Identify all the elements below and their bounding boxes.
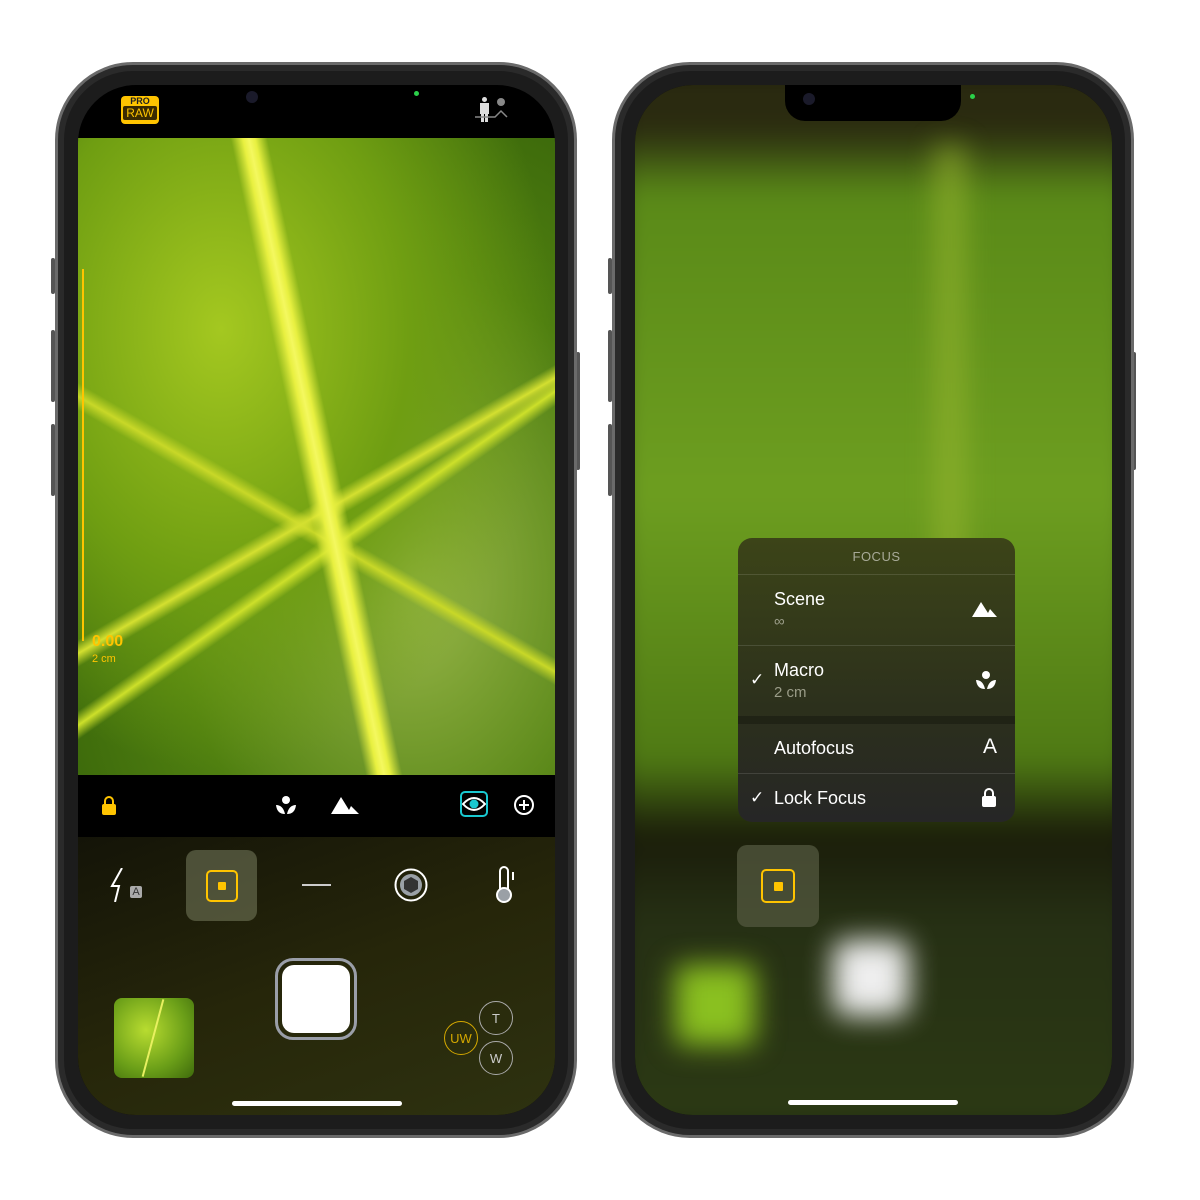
menu-item-macro[interactable]: ✓ Macro 2 cm	[738, 645, 1015, 716]
proraw-button[interactable]: PRO RAW	[121, 96, 159, 124]
viewfinder[interactable]	[78, 138, 555, 775]
menu-item-sub: ∞	[774, 613, 785, 630]
privacy-indicator	[414, 91, 419, 96]
checkmark-icon: ✓	[750, 670, 765, 689]
menu-item-label: Lock Focus	[774, 788, 867, 808]
focus-mode-button[interactable]	[186, 850, 257, 921]
scene-icon	[972, 601, 997, 622]
menu-item-label: Macro	[774, 660, 825, 680]
flash-auto-icon[interactable]: A	[108, 865, 144, 905]
macro-icon	[975, 670, 997, 695]
macro-icon[interactable]	[274, 793, 298, 817]
flash-auto-badge: A	[130, 886, 142, 898]
privacy-indicator	[970, 94, 975, 99]
last-photo-thumbnail[interactable]	[114, 998, 194, 1078]
menu-item-label: Autofocus	[774, 738, 855, 758]
focus-mode-icon	[761, 869, 795, 903]
raw-label: RAW	[123, 106, 157, 120]
focus-peaking-icon[interactable]	[460, 791, 488, 817]
focus-menu: FOCUS Scene ∞ ✓ Macro 2 cm Autofocus A ✓…	[738, 538, 1015, 822]
lens-uw[interactable]: UW	[444, 1021, 478, 1055]
lock-icon[interactable]	[100, 793, 118, 817]
blurred-thumbnail	[675, 965, 755, 1045]
front-camera	[803, 93, 815, 105]
scene-icon[interactable]	[330, 793, 360, 817]
home-indicator[interactable]	[788, 1100, 958, 1105]
camera-screen-menu: FOCUS Scene ∞ ✓ Macro 2 cm Autofocus A ✓…	[635, 85, 1112, 1115]
front-camera	[246, 91, 258, 103]
lens-t[interactable]: T	[479, 1001, 513, 1035]
lock-icon	[981, 787, 997, 812]
portrait-depth-icon[interactable]	[474, 97, 510, 123]
exposure-icon[interactable]	[302, 884, 331, 886]
focus-mode-button[interactable]	[737, 845, 819, 927]
focus-slider[interactable]	[82, 269, 84, 641]
lens-w[interactable]: W	[479, 1041, 513, 1075]
blurred-shutter	[833, 940, 909, 1016]
focus-mode-icon	[205, 869, 238, 902]
autofocus-icon: A	[982, 735, 997, 758]
zoom-in-icon[interactable]	[512, 793, 536, 817]
menu-item-autofocus[interactable]: Autofocus A	[738, 724, 1015, 773]
menu-item-sub: 2 cm	[774, 684, 807, 701]
menu-separator	[738, 716, 1015, 724]
checkmark-icon: ✓	[750, 788, 765, 807]
shutter-speed-icon[interactable]	[393, 867, 429, 903]
white-balance-icon[interactable]	[494, 865, 518, 905]
home-indicator[interactable]	[232, 1101, 402, 1106]
focus-value: 0.00	[92, 633, 124, 650]
menu-item-lock-focus[interactable]: ✓ Lock Focus	[738, 773, 1015, 822]
menu-item-label: Scene	[774, 589, 826, 609]
menu-item-scene[interactable]: Scene ∞	[738, 574, 1015, 645]
focus-menu-title: FOCUS	[852, 549, 901, 564]
shutter-button[interactable]	[275, 958, 357, 1040]
focus-distance: 2 cm	[92, 653, 116, 665]
pro-label: PRO	[130, 96, 150, 106]
camera-screen: PRO RAW 0.00 2 cm A UW T W	[78, 85, 555, 1115]
